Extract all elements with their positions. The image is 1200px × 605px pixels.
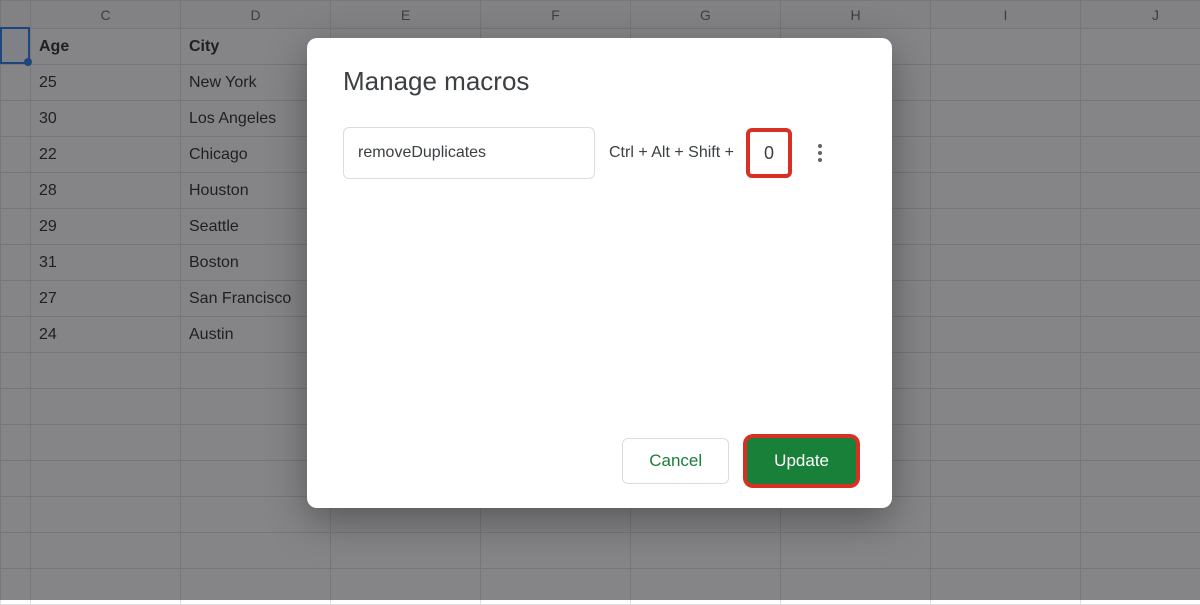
manage-macros-dialog: Manage macros Ctrl + Alt + Shift + Cance… xyxy=(307,38,892,508)
shortcut-prefix-label: Ctrl + Alt + Shift + xyxy=(609,144,734,162)
shortcut-key-input[interactable] xyxy=(748,130,790,176)
dialog-title: Manage macros xyxy=(343,66,856,97)
more-vertical-icon xyxy=(818,144,822,162)
macro-row: Ctrl + Alt + Shift + xyxy=(343,127,856,179)
update-button[interactable]: Update xyxy=(747,438,856,484)
cancel-button[interactable]: Cancel xyxy=(622,438,729,484)
macro-name-input[interactable] xyxy=(343,127,595,179)
macro-more-button[interactable] xyxy=(804,133,836,173)
dialog-actions: Cancel Update xyxy=(343,438,856,484)
